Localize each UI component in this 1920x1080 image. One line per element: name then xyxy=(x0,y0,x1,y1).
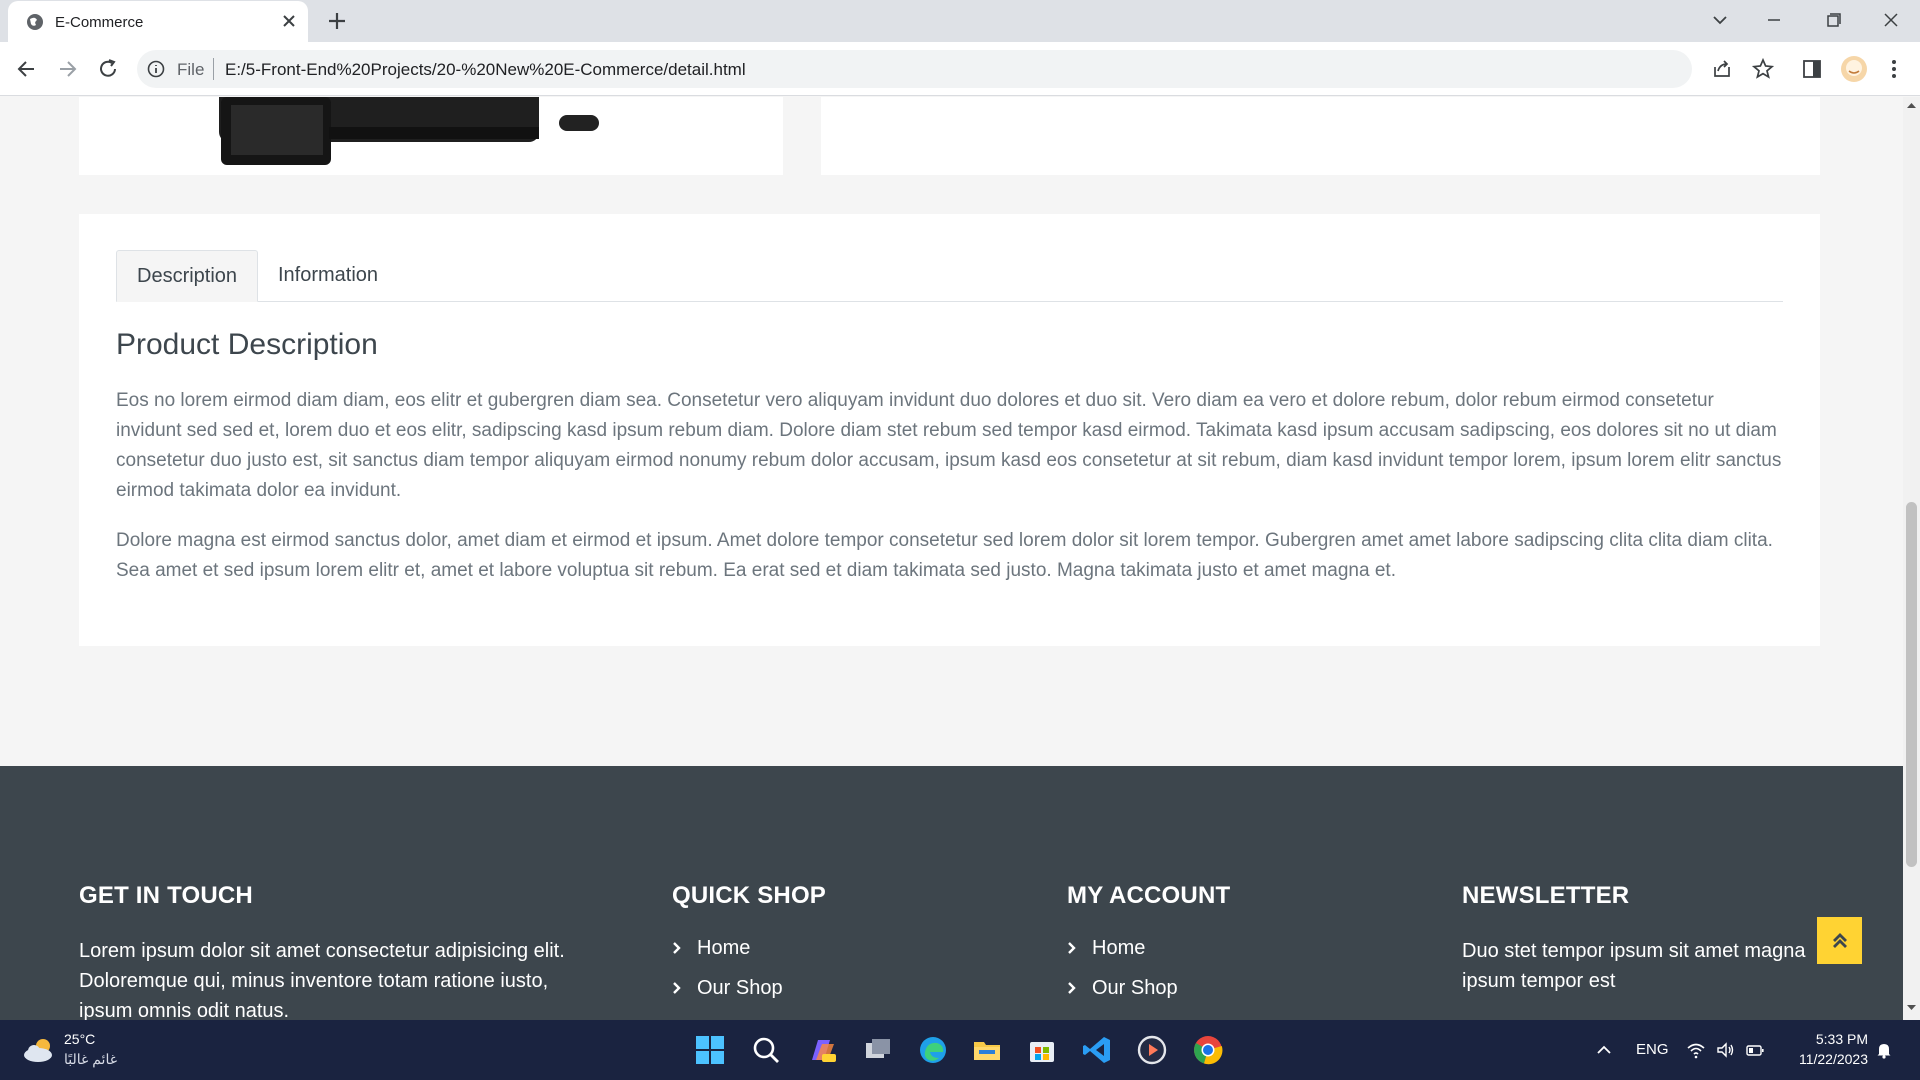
footer-quick-shop: QUICK SHOP Home Our Shop xyxy=(672,882,826,1008)
copilot-icon[interactable] xyxy=(806,1034,838,1066)
footer-text-line: Doloremque qui, minus inventore totam ra… xyxy=(79,970,549,992)
close-window-icon[interactable] xyxy=(1877,8,1905,32)
bookmark-star-icon[interactable] xyxy=(1751,57,1775,81)
product-image-card xyxy=(79,97,783,175)
description-heading: Product Description xyxy=(116,328,378,361)
weather-temperature: 25°C xyxy=(64,1031,96,1047)
footer-link-label: Our Shop xyxy=(1092,976,1178,999)
forward-icon[interactable] xyxy=(54,56,80,82)
tab-title: E-Commerce xyxy=(55,14,144,31)
new-tab-icon[interactable] xyxy=(325,9,349,33)
browser-tab[interactable]: E-Commerce xyxy=(8,1,308,42)
browser-toolbar: File E:/5-Front-End%20Projects/20-%20New… xyxy=(0,42,1920,96)
notification-bell-icon[interactable] xyxy=(1874,1040,1894,1060)
reload-icon[interactable] xyxy=(95,56,121,82)
chrome-browser-icon[interactable] xyxy=(1192,1034,1224,1066)
share-icon[interactable] xyxy=(1710,57,1734,81)
input-language[interactable]: ENG xyxy=(1636,1041,1669,1058)
address-bar[interactable]: File E:/5-Front-End%20Projects/20-%20New… xyxy=(137,50,1692,88)
cloudy-weather-icon[interactable] xyxy=(22,1036,56,1064)
product-description-card: Description Information Product Descript… xyxy=(79,214,1820,646)
file-explorer-icon[interactable] xyxy=(971,1034,1003,1066)
footer-text-line: Lorem ipsum dolor sit amet consectetur a… xyxy=(79,940,565,962)
back-icon[interactable] xyxy=(14,56,40,82)
chevron-right-icon xyxy=(673,982,681,994)
product-tabs: Description Information xyxy=(116,250,1783,302)
footer-link-label: Home xyxy=(1092,936,1146,959)
windows-start-icon[interactable] xyxy=(694,1034,726,1066)
page-scrollbar[interactable] xyxy=(1903,97,1920,1020)
side-panel-icon[interactable] xyxy=(1800,57,1824,81)
footer-heading: NEWSLETTER xyxy=(1462,882,1630,909)
footer-heading: GET IN TOUCH xyxy=(79,882,253,909)
scroll-up-icon[interactable] xyxy=(1907,101,1916,110)
footer-link-label: Home xyxy=(697,936,751,959)
chevron-up-icon[interactable] xyxy=(1594,1040,1614,1060)
tab-description[interactable]: Description xyxy=(116,250,259,302)
chevron-right-icon xyxy=(1068,942,1076,954)
footer-my-account: MY ACCOUNT Home Our Shop xyxy=(1067,882,1230,1008)
double-chevron-up-icon xyxy=(1832,932,1847,948)
clock-time[interactable]: 5:33 PM xyxy=(1812,1031,1868,1047)
task-view-icon[interactable] xyxy=(862,1034,894,1066)
volume-icon[interactable] xyxy=(1715,1040,1735,1060)
tab-search-icon[interactable] xyxy=(1706,8,1734,32)
footer-link-home[interactable]: Home xyxy=(1067,928,1230,968)
page-viewport: Description Information Product Descript… xyxy=(0,97,1903,1020)
battery-icon[interactable] xyxy=(1745,1040,1765,1060)
footer: GET IN TOUCH Lorem ipsum dolor sit amet … xyxy=(0,766,1903,1020)
product-info-card xyxy=(821,97,1820,175)
weather-description: غائم غالبًا xyxy=(64,1051,118,1067)
footer-heading: MY ACCOUNT xyxy=(1067,882,1231,909)
wifi-icon[interactable] xyxy=(1686,1040,1706,1060)
footer-link-label: Our Shop xyxy=(697,976,783,999)
url-separator xyxy=(213,58,214,80)
search-icon[interactable] xyxy=(750,1034,782,1066)
chevron-right-icon xyxy=(673,942,681,954)
footer-link-home[interactable]: Home xyxy=(672,928,826,968)
footer-link-our-shop[interactable]: Our Shop xyxy=(672,968,826,1008)
clock-date[interactable]: 11/22/2023 xyxy=(1786,1051,1868,1067)
description-paragraph: Eos no lorem eirmod diam diam, eos elitr… xyxy=(116,390,1782,501)
tab-information[interactable]: Information xyxy=(258,250,398,302)
footer-heading: QUICK SHOP xyxy=(672,882,827,909)
footer-link-our-shop[interactable]: Our Shop xyxy=(1067,968,1230,1008)
site-info-icon[interactable] xyxy=(147,60,165,78)
url-scheme-label: File xyxy=(177,60,205,79)
footer-text: Lorem ipsum dolor sit amet consectetur a… xyxy=(79,936,565,1020)
footer-newsletter: NEWSLETTER Duo stet tempor ipsum sit ame… xyxy=(1462,882,1805,996)
globe-icon xyxy=(27,14,43,30)
description-paragraph: Dolore magna est eirmod sanctus dolor, a… xyxy=(116,530,1773,581)
vscode-icon[interactable] xyxy=(1081,1034,1113,1066)
footer-text-line: Duo stet tempor ipsum sit amet magna xyxy=(1462,940,1806,962)
scroll-thumb[interactable] xyxy=(1906,502,1917,867)
footer-get-in-touch: GET IN TOUCH Lorem ipsum dolor sit amet … xyxy=(79,882,565,1020)
back-to-top-button[interactable] xyxy=(1817,917,1862,964)
media-player-icon[interactable] xyxy=(1136,1034,1168,1066)
scroll-down-icon[interactable] xyxy=(1907,1003,1916,1012)
product-image xyxy=(219,97,599,165)
browser-tab-bar: E-Commerce xyxy=(0,0,1920,42)
footer-text-line: ipsum omnis odit natus. xyxy=(79,1000,290,1020)
restore-icon[interactable] xyxy=(1819,8,1847,32)
edge-browser-icon[interactable] xyxy=(917,1034,949,1066)
microsoft-store-icon[interactable] xyxy=(1026,1034,1058,1066)
chevron-right-icon xyxy=(1068,982,1076,994)
footer-text: Duo stet tempor ipsum sit amet magna ips… xyxy=(1462,936,1805,996)
minimize-icon[interactable] xyxy=(1760,8,1788,32)
profile-avatar-icon[interactable] xyxy=(1840,55,1868,83)
footer-text-line: ipsum tempor est xyxy=(1462,970,1616,992)
windows-taskbar: 25°C غائم غالبًا ENG 5:33 PM 11/22/2023 xyxy=(0,1020,1920,1080)
url-text[interactable]: E:/5-Front-End%20Projects/20-%20New%20E-… xyxy=(225,60,746,80)
menu-dots-icon[interactable] xyxy=(1882,57,1906,81)
close-tab-icon[interactable] xyxy=(278,10,300,32)
